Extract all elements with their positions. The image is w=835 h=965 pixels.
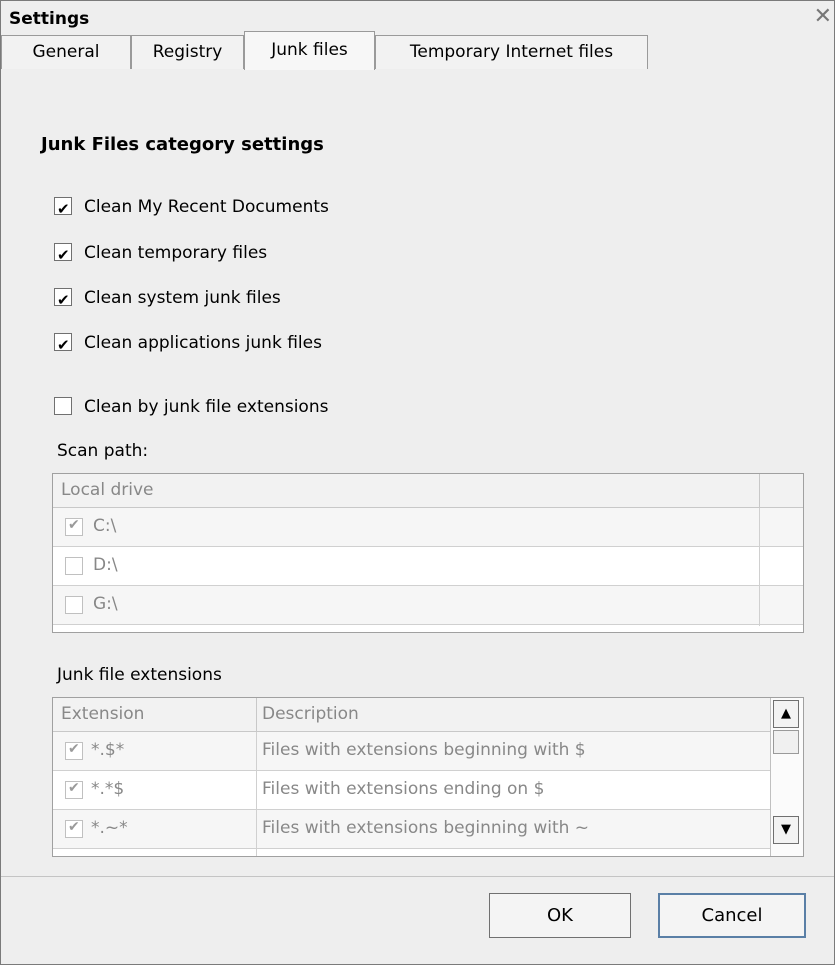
tab-junk-files[interactable]: Junk files (244, 31, 375, 70)
scroll-thumb[interactable] (773, 730, 799, 754)
extension-checkbox[interactable] (65, 741, 83, 760)
checkbox-junk-extensions[interactable] (54, 397, 72, 415)
checkbox-drive-g[interactable] (65, 596, 83, 614)
extension-description: Files with extensions beginning with $ (262, 740, 586, 760)
extension-row[interactable]: *.~* Files with extensions beginning wit… (53, 810, 770, 849)
tab-strip: General Registry Junk files Temporary In… (1, 31, 834, 70)
settings-dialog: Settings ✕ General Registry Junk files T… (0, 0, 835, 965)
drive-label: C:\ (93, 516, 117, 536)
tab-temporary-internet-files[interactable]: Temporary Internet files (375, 35, 648, 69)
extension-row[interactable]: *.*$ Files with extensions ending on $ (53, 771, 770, 810)
drive-row[interactable]: C:\ (53, 508, 803, 547)
checkbox-recent-documents[interactable] (54, 196, 72, 222)
drive-row[interactable]: D:\ (53, 547, 803, 586)
extension-pattern: *.*$ (91, 779, 125, 799)
extension-pattern: *.~* (91, 818, 128, 838)
column-description[interactable]: Description (262, 698, 359, 730)
extension-row[interactable]: *.$* Files with extensions beginning wit… (53, 732, 770, 771)
section-heading: Junk Files category settings (41, 134, 324, 155)
column-extension[interactable]: Extension (61, 698, 144, 730)
ok-button[interactable]: OK (489, 893, 631, 938)
checkbox-drive-c[interactable] (65, 517, 83, 536)
cancel-button[interactable]: Cancel (658, 893, 806, 938)
extensions-scrollbar[interactable]: ▲ ▼ (770, 698, 803, 856)
column-local-drive: Local drive (61, 480, 154, 500)
drive-list-header: Local drive (53, 474, 803, 508)
footer-separator (1, 876, 834, 877)
drive-row[interactable]: G:\ (53, 586, 803, 625)
tab-general[interactable]: General (1, 35, 131, 69)
extensions-header: Extension Description (53, 698, 770, 732)
checkbox-applications-junk[interactable] (54, 332, 72, 358)
extension-description: Files with extensions ending on $ (262, 779, 545, 799)
label-recent-documents: Clean My Recent Documents (84, 197, 329, 217)
drive-label: D:\ (93, 555, 118, 575)
label-system-junk: Clean system junk files (84, 288, 281, 308)
drive-label: G:\ (93, 594, 118, 614)
junk-extensions-label: Junk file extensions (57, 665, 222, 685)
drive-list: Local drive C:\ D:\ G:\ (52, 473, 804, 633)
label-temporary-files: Clean temporary files (84, 243, 268, 263)
extensions-list: Extension Description *.$* Files with ex… (52, 697, 804, 857)
close-icon[interactable]: ✕ (814, 5, 832, 29)
checkbox-drive-d[interactable] (65, 557, 83, 575)
checkbox-system-junk[interactable] (54, 287, 72, 313)
extension-description: Files with extensions beginning with ~ (262, 818, 590, 838)
title-bar: Settings ✕ (1, 1, 834, 37)
extension-checkbox[interactable] (65, 780, 83, 799)
scroll-down-icon[interactable]: ▼ (773, 816, 799, 844)
label-junk-extensions: Clean by junk file extensions (84, 397, 329, 417)
checkbox-temporary-files[interactable] (54, 242, 72, 268)
tab-registry[interactable]: Registry (131, 35, 244, 69)
dialog-title: Settings (9, 9, 90, 29)
label-applications-junk: Clean applications junk files (84, 333, 322, 353)
scroll-up-icon[interactable]: ▲ (773, 700, 799, 728)
extension-checkbox[interactable] (65, 819, 83, 838)
scan-path-label: Scan path: (57, 441, 149, 461)
extension-pattern: *.$* (91, 740, 125, 760)
